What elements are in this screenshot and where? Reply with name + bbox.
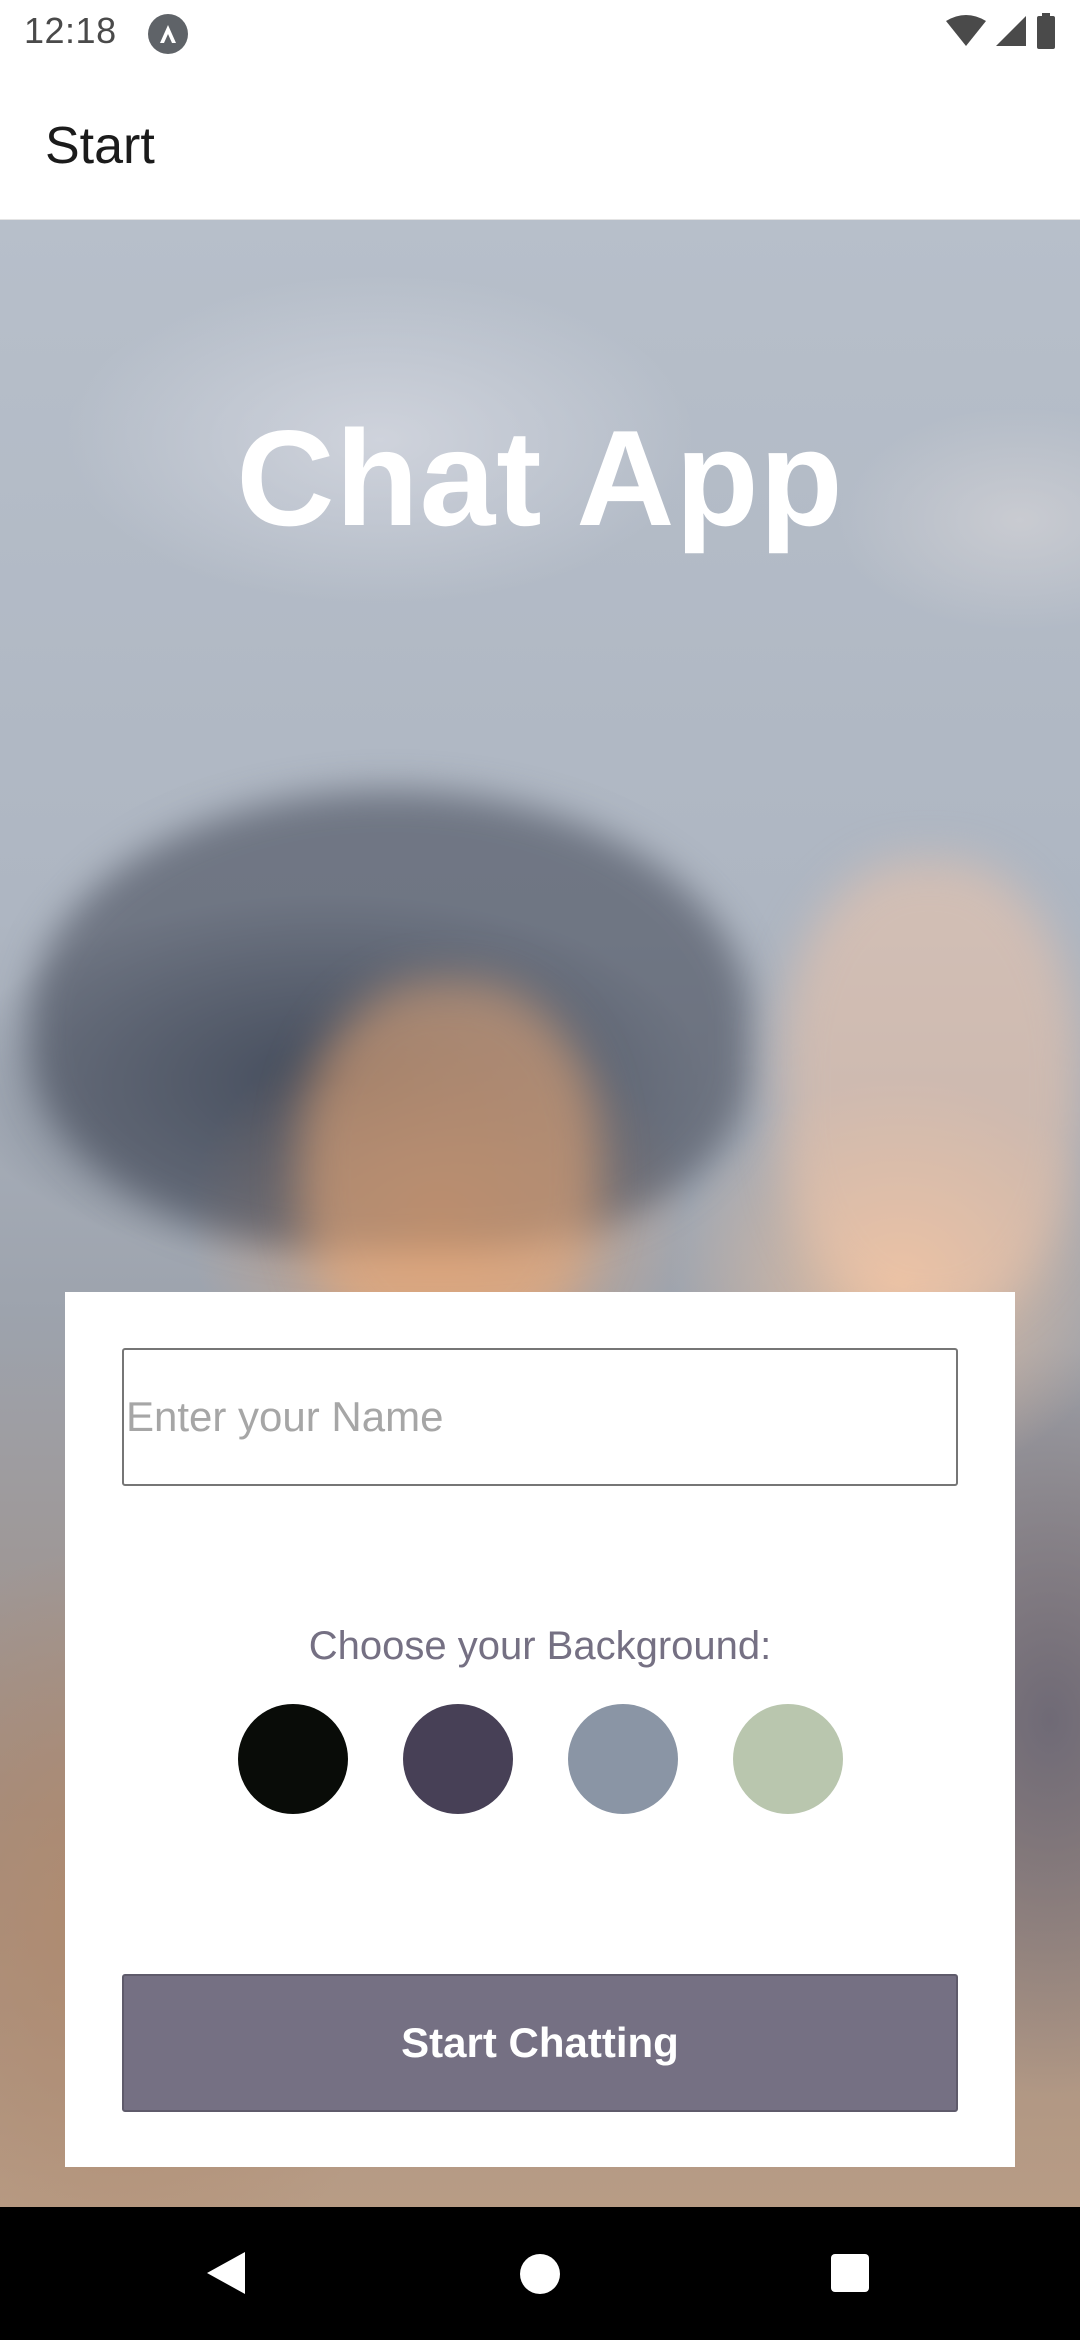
app-bar: Start <box>0 66 1080 220</box>
signal-icon <box>994 14 1028 53</box>
start-chatting-button[interactable]: Start Chatting <box>122 1974 958 2112</box>
background-color-option-3[interactable] <box>568 1704 678 1814</box>
name-input[interactable] <box>122 1348 958 1486</box>
background-label: Choose your Background: <box>308 1624 772 1668</box>
wifi-icon <box>946 14 986 52</box>
recents-icon[interactable] <box>831 2254 869 2292</box>
system-nav-bar <box>0 2207 1080 2340</box>
battery-icon <box>1036 12 1056 54</box>
background-color-option-2[interactable] <box>403 1704 513 1814</box>
background-photo-face-right <box>780 860 1080 1320</box>
home-icon[interactable] <box>520 2254 560 2294</box>
app-bar-title: Start <box>45 117 155 175</box>
status-time: 12:18 <box>24 10 117 51</box>
background-color-options <box>238 1704 843 1814</box>
app-title: Chat App <box>236 402 844 554</box>
status-bar: 12:18 <box>0 0 1080 66</box>
status-icons <box>946 12 1056 54</box>
app-notification-icon <box>148 14 188 54</box>
background-color-option-1[interactable] <box>238 1704 348 1814</box>
background-color-option-4[interactable] <box>733 1704 843 1814</box>
start-form-card: Choose your Background: Start Chatting <box>65 1292 1015 2167</box>
back-icon[interactable] <box>205 2250 247 2301</box>
